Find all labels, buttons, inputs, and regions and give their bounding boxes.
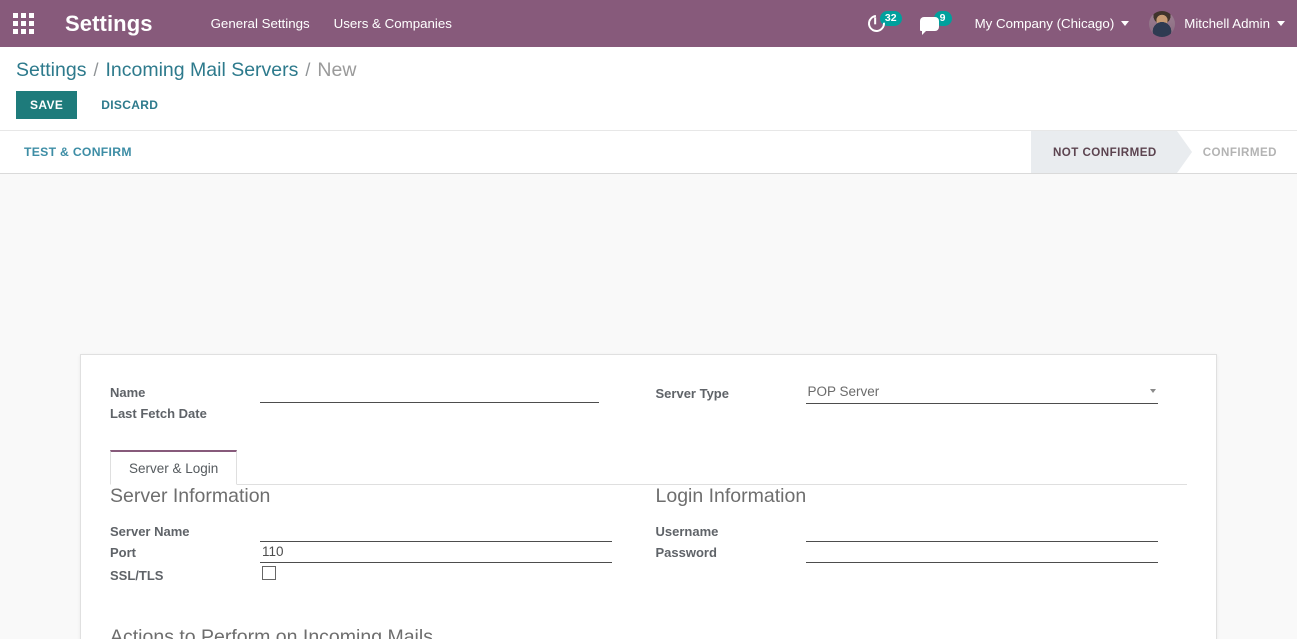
label-last-fetch-date: Last Fetch Date <box>110 406 207 421</box>
apps-menu-toggle[interactable] <box>0 0 46 47</box>
label-port: Port <box>110 545 136 560</box>
avatar <box>1149 10 1176 37</box>
breadcrumb: Settings / Incoming Mail Servers / New <box>16 47 1281 82</box>
field-row-server-type: Server Type POP Server <box>656 382 1188 404</box>
label-server-name: Server Name <box>110 524 190 539</box>
breadcrumb-item-incoming-mail-servers[interactable]: Incoming Mail Servers <box>105 59 298 82</box>
section-title-server-information: Server Information <box>110 485 271 507</box>
label-ssl-tls: SSL/TLS <box>110 568 164 583</box>
notebook-page-server-login: Server Information Server Name Port 110 … <box>81 485 1216 639</box>
record-action-buttons: SAVE DISCARD <box>16 82 1281 130</box>
port-input[interactable] <box>260 542 612 563</box>
form-sheet: Name Last Fetch Date Server Type POP Ser… <box>80 354 1217 639</box>
menu-item-users-and-companies[interactable]: Users & Companies <box>322 0 464 47</box>
field-row-ssl-tls: SSL/TLS <box>110 563 649 588</box>
breadcrumb-item-settings[interactable]: Settings <box>16 59 86 82</box>
tab-server-and-login[interactable]: Server & Login <box>110 450 238 485</box>
label-server-type: Server Type <box>655 385 729 401</box>
company-switcher[interactable]: My Company (Chicago) <box>961 16 1140 31</box>
menu-item-general-settings[interactable]: General Settings <box>199 0 322 47</box>
form-notebook-tabs: Server & Login <box>110 450 1187 485</box>
activity-menu-button[interactable]: 32 <box>859 0 911 47</box>
statusbar-buttons: TEST & CONFIRM <box>0 131 140 173</box>
field-row-last-fetch-date: Last Fetch Date <box>110 403 649 424</box>
server-name-input[interactable] <box>260 521 612 542</box>
control-panel: Settings / Incoming Mail Servers / New S… <box>0 47 1297 131</box>
status-stage-confirmed[interactable]: CONFIRMED <box>1176 131 1297 173</box>
status-stage-not-confirmed[interactable]: NOT CONFIRMED <box>1030 131 1192 173</box>
navbar-right-area: 32 9 My Company (Chicago) Mitchell Admin <box>859 0 1289 47</box>
section-title-login-information: Login Information <box>655 485 807 507</box>
name-input[interactable] <box>260 382 599 403</box>
header-fields-right: Server Type POP Server <box>649 382 1188 424</box>
company-name-label: My Company (Chicago) <box>974 16 1115 31</box>
chevron-down-icon <box>1277 21 1285 26</box>
header-fields-row: Name Last Fetch Date Server Type POP Ser… <box>110 382 1187 424</box>
field-row-password: Password <box>656 542 1188 563</box>
server-type-select[interactable]: POP Server <box>805 382 1158 404</box>
chat-bubble-icon <box>919 16 939 35</box>
label-name: Name <box>110 385 146 400</box>
discard-button[interactable]: DISCARD <box>87 91 172 119</box>
field-row-name: Name <box>110 382 649 403</box>
actions-section-right-empty <box>649 626 1188 639</box>
field-row-port: Port <box>110 542 649 563</box>
navbar-menu: General Settings Users & Companies <box>199 0 464 47</box>
field-row-server-name: Server Name <box>110 521 649 542</box>
ssl-tls-checkbox[interactable] <box>262 566 276 580</box>
section-login-information: Login Information Username Password <box>649 485 1188 588</box>
section-server-information: Server Information Server Name Port 110 … <box>110 485 649 588</box>
chevron-down-icon <box>1121 21 1130 26</box>
top-navbar: Settings General Settings Users & Compan… <box>0 0 1297 47</box>
info-sections-row: Server Information Server Name Port 110 … <box>110 485 1187 588</box>
header-fields-left: Name Last Fetch Date <box>110 382 649 424</box>
test-and-confirm-button[interactable]: TEST & CONFIRM <box>16 139 140 165</box>
username-input[interactable] <box>805 521 1158 542</box>
section-actions-on-incoming-mails: Actions to Perform on Incoming Mails Cre… <box>110 626 649 639</box>
breadcrumb-separator: / <box>305 60 311 80</box>
label-username: Username <box>655 524 719 539</box>
field-row-username: Username <box>656 521 1188 542</box>
save-button[interactable]: SAVE <box>16 91 78 119</box>
password-input[interactable] <box>805 542 1158 563</box>
last-fetch-date-input[interactable] <box>260 403 599 424</box>
label-password: Password <box>655 545 717 560</box>
user-menu[interactable]: Mitchell Admin <box>1139 10 1289 37</box>
form-header-group: Name Last Fetch Date Server Type POP Ser… <box>81 355 1216 485</box>
status-stage-bar: NOT CONFIRMED CONFIRMED <box>1030 131 1297 173</box>
messaging-menu-button[interactable]: 9 <box>911 0 961 47</box>
app-brand-title[interactable]: Settings <box>65 11 153 37</box>
apps-grid-icon <box>12 13 34 34</box>
form-sheet-background: Name Last Fetch Date Server Type POP Ser… <box>0 174 1297 639</box>
section-title-actions: Actions to Perform on Incoming Mails <box>110 626 433 639</box>
breadcrumb-current-new: New <box>317 59 357 81</box>
actions-section-row: Actions to Perform on Incoming Mails Cre… <box>110 626 1187 639</box>
form-statusbar-row: TEST & CONFIRM NOT CONFIRMED CONFIRMED <box>0 131 1297 174</box>
breadcrumb-separator: / <box>93 60 99 80</box>
user-name-label: Mitchell Admin <box>1184 16 1270 31</box>
